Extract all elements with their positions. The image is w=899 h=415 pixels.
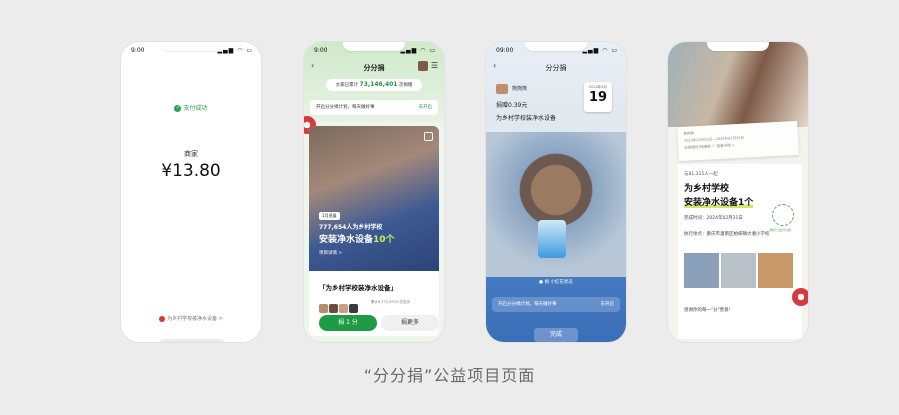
amount: ¥13.80 xyxy=(161,161,221,181)
phone-fenfenjuan-home: 9:00 ▂▄▆ ◠ ▭ ‹ 分分捐 ☰ 大家已累计 73,146,401 次捐… xyxy=(304,42,444,342)
thumbnail[interactable] xyxy=(758,253,793,288)
plan-bar: 开启分分捐计划，每天做好事 去开启 xyxy=(310,100,438,115)
flower-icon xyxy=(159,315,166,322)
enable-plan-button[interactable]: 去开启 xyxy=(601,297,615,312)
flower-icon xyxy=(792,288,808,306)
plan-text: 开启分分捐计划，每天做好事 xyxy=(316,105,375,110)
avatar xyxy=(496,84,508,94)
flower-status-text: 捐 小红花状态 xyxy=(544,280,573,285)
page-title: 分分捐 xyxy=(545,64,567,72)
status-time: 09:00 xyxy=(496,47,514,54)
phone-donation-record: 09:00 ▂▄▆ ◠ ▭ ‹ 分分捐 熊熊熊 捐赠0.39元 为乡村学校装净水… xyxy=(486,42,626,342)
counter-prefix: 大家已累计 xyxy=(335,83,359,88)
report-card: 与81,315人一起 为乡村学校 安装净水设备1个 腾讯公益分分捐 完成时间：2… xyxy=(678,164,802,339)
water-cup-icon xyxy=(538,220,566,258)
note-name: 熊熊熊 xyxy=(683,131,695,136)
participants-text: 与81,315人一起 xyxy=(684,172,718,177)
plan-text: 开启分分捐计划，每天做好事 xyxy=(498,302,557,307)
page-caption: “分分捐”公益项目页面 xyxy=(363,366,536,385)
headline: 安装净水设备10个 xyxy=(319,232,395,245)
execution-location: 执行地点：重庆市潼南区柏梓镇大湘小学校 xyxy=(684,232,770,237)
status-time: 9:00 xyxy=(314,47,328,54)
beneficiary-stat: 777,654人为乡村学校 xyxy=(319,224,383,231)
child-drinking-photo xyxy=(668,42,808,127)
donate-one-cent-button[interactable]: 捐 1 分 xyxy=(319,315,377,331)
enable-plan-button[interactable]: 去开启 xyxy=(419,100,433,115)
status-bar: 09:00 ▂▄▆ ◠ ▭ xyxy=(486,42,626,58)
avatar xyxy=(319,304,328,313)
avatar[interactable] xyxy=(418,61,428,71)
report-headline-2-text: 安装净水设备1个 xyxy=(684,198,754,208)
check-icon: ✓ xyxy=(174,105,182,112)
success-text: 支付成功 xyxy=(183,105,208,112)
donate-more-button[interactable]: 捐更多 xyxy=(381,315,439,331)
report-headline: 为乡村学校 xyxy=(684,184,730,194)
donor-name: 熊熊熊 xyxy=(512,86,528,92)
merchant-label: 商家 xyxy=(184,150,198,158)
project-title: 「为乡村学校装净水设备」 xyxy=(319,284,397,292)
report-headline-2: 安装净水设备1个 xyxy=(684,195,754,208)
phone-payment-success: 9:00 ▂▄▆ ◠ ▭ ✓ 支付成功 商家 ¥13.80 为乡村学校装净水设备 … xyxy=(121,42,261,342)
status-time: 9:00 xyxy=(131,47,145,54)
avatar xyxy=(349,304,358,313)
counter-suffix: 次捐赠 xyxy=(398,83,413,88)
check-icon: ● xyxy=(539,280,544,285)
donate-link[interactable]: 为乡村学校装净水设备 > xyxy=(121,315,261,322)
supporter-count: 累计6,772,093人次支持 xyxy=(371,300,410,304)
donation-purpose: 为乡村学校装净水设备 xyxy=(496,115,557,122)
donation-note-card: 熊熊熊 2023年02月03日—2024年02月29日 你捐赠的3笔善款 ⓘ 查… xyxy=(677,120,799,162)
calendar-day: 19 xyxy=(588,90,608,105)
charity-stamp-icon xyxy=(772,204,794,226)
donation-counter: 大家已累计 73,146,401 次捐赠 xyxy=(326,79,422,91)
thanks-text: 感谢你的每一"分"善意! xyxy=(684,308,731,313)
thumbnail[interactable] xyxy=(684,253,719,288)
avatar xyxy=(329,304,338,313)
donated-amount: 捐赠0.39元 xyxy=(496,102,528,109)
headline-text: 安装净水设备 xyxy=(319,235,374,245)
thumbnail[interactable] xyxy=(721,253,756,288)
notch xyxy=(707,42,769,51)
plan-bar: 开启分分捐计划，每天做好事 去开启 xyxy=(492,297,620,312)
photo-thumbnails[interactable] xyxy=(684,253,795,292)
status-bar: 9:00 ▂▄▆ ◠ ▭ xyxy=(304,42,444,58)
status-icons: ▂▄▆ ◠ ▭ xyxy=(217,47,253,54)
headline-number: 10个 xyxy=(373,235,395,245)
project-card[interactable]: 1月进展 777,654人为乡村学校 安装净水设备10个 项目详情 > 「为乡村… xyxy=(309,126,439,336)
status-bar: 9:00 ▂▄▆ ◠ ▭ xyxy=(121,42,261,58)
calendar-card: 2024年4月 19 xyxy=(584,82,612,112)
status-icons: ▂▄▆ ◠ ▭ xyxy=(400,47,436,54)
share-icon[interactable] xyxy=(424,132,433,141)
completion-date: 完成时间：2024年02月31日 xyxy=(684,216,743,221)
done-button[interactable]: 完成 xyxy=(160,339,224,342)
avatar xyxy=(339,304,348,313)
note-detail-link[interactable]: 你捐赠的3笔善款 ⓘ 查看详情 > xyxy=(684,143,735,151)
status-icons: ▂▄▆ ◠ ▭ xyxy=(582,47,618,54)
menu-icon[interactable]: ☰ xyxy=(431,61,438,70)
donate-link-label: 为乡村学校装净水设备 > xyxy=(167,316,223,322)
done-button[interactable]: 完成 xyxy=(534,328,578,342)
payment-success-row: ✓ 支付成功 xyxy=(121,103,261,112)
progress-tag: 1月进展 xyxy=(319,212,340,220)
counter-value: 73,146,401 xyxy=(359,81,398,88)
phone-project-report: 熊熊熊 2023年02月03日—2024年02月29日 你捐赠的3笔善款 ⓘ 查… xyxy=(668,42,808,342)
flower-status: ● 捐 小红花状态 xyxy=(486,279,626,285)
project-detail-link[interactable]: 项目详情 > xyxy=(319,250,342,256)
